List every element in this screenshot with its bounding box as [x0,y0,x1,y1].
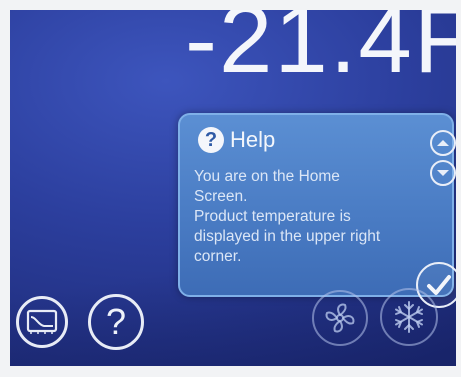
graph-button[interactable] [16,296,68,348]
chevron-up-icon [437,140,449,146]
help-header: ? Help [198,127,275,153]
question-icon: ? [105,301,127,342]
temperature-readout: -21.4F [185,10,456,93]
help-panel: ? Help You are on the Home Screen. Produ… [178,113,454,297]
snowflake-icon [395,301,423,333]
scroll-up-button[interactable] [430,130,456,156]
help-message: You are on the Home Screen. Product temp… [194,167,426,267]
chevron-down-icon [437,170,449,176]
fan-button[interactable] [312,290,368,346]
help-line: Product temperature is [194,208,351,225]
help-button[interactable]: ? [88,294,144,350]
checkmark-icon [427,275,451,295]
help-title: Help [230,127,276,152]
controller-screen: -21.4F ? Help You are on the Home Screen… [10,10,456,366]
fan-icon [325,303,355,333]
graph-icon [26,309,58,334]
help-line: corner. [194,248,242,265]
help-line: Screen. [194,188,248,205]
help-line: You are on the Home [194,168,340,185]
question-icon: ? [198,127,224,153]
scroll-down-button[interactable] [430,160,456,186]
help-line: displayed in the upper right [194,228,381,245]
defrost-button[interactable] [380,288,438,346]
